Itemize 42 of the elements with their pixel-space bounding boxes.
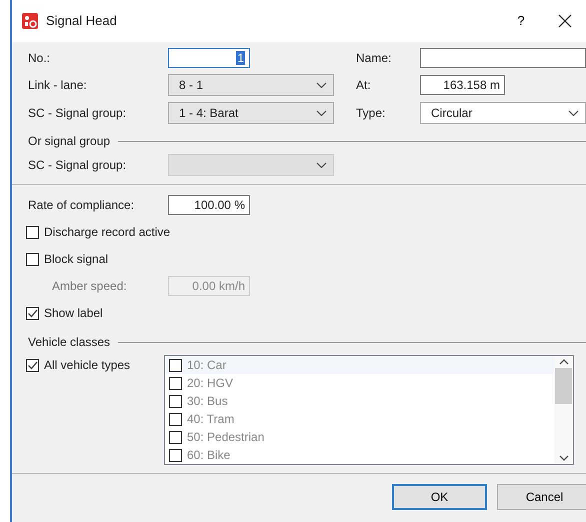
cancel-button[interactable]: Cancel [497, 484, 586, 510]
window-title: Signal Head [46, 12, 118, 30]
field-label: Amber speed: [51, 278, 128, 295]
app-icon [22, 13, 38, 29]
group-title: Vehicle classes [28, 334, 110, 351]
input-field[interactable]: 1 [168, 48, 250, 68]
ok-button[interactable]: OK [392, 484, 487, 510]
checkbox[interactable] [26, 252, 39, 266]
input-field[interactable] [420, 48, 586, 68]
input-field[interactable]: 163.158 m [420, 75, 505, 95]
field-label: Rate of compliance: [28, 197, 136, 214]
list-item-label: 30: Bus [187, 393, 228, 410]
close-icon[interactable] [558, 14, 572, 28]
help-button[interactable]: ? [506, 11, 536, 31]
field-label: Name: [356, 50, 392, 67]
list-item-label: 40: Tram [187, 411, 234, 428]
field-label: SC - Signal group: [28, 105, 128, 122]
list-item-label: 20: HGV [187, 375, 234, 392]
checkbox[interactable] [26, 226, 39, 238]
checkbox-label: Show label [44, 305, 103, 322]
field-label: Type: [356, 105, 386, 122]
checkbox-label: Discharge record active [44, 224, 170, 241]
checkbox[interactable] [26, 306, 39, 320]
chevron-icon [316, 82, 327, 88]
chevron-icon [316, 110, 327, 116]
dropdown[interactable]: 1 - 4: Barat [168, 102, 334, 124]
list-item-label: 60: Bike [187, 447, 230, 464]
input-field[interactable]: 100.00 % [168, 195, 250, 215]
dropdown[interactable]: 8 - 1 [168, 74, 334, 96]
group-title: Or signal group [28, 133, 110, 150]
checkbox-label: All vehicle types [44, 357, 130, 374]
list-item-label: 50: Pedestrian [187, 429, 264, 446]
dropdown[interactable]: Circular [420, 102, 586, 124]
chevron-icon [568, 110, 579, 116]
chevron-icon [316, 162, 327, 168]
checkbox-label: Block signal [44, 251, 108, 268]
field-label: No.: [28, 50, 52, 67]
field-label: SC - Signal group: [28, 157, 128, 174]
field-label: Link - lane: [28, 77, 88, 94]
checkbox[interactable] [26, 358, 39, 372]
field-label: At: [356, 77, 372, 94]
list-item-label: 10: Car [187, 357, 226, 374]
